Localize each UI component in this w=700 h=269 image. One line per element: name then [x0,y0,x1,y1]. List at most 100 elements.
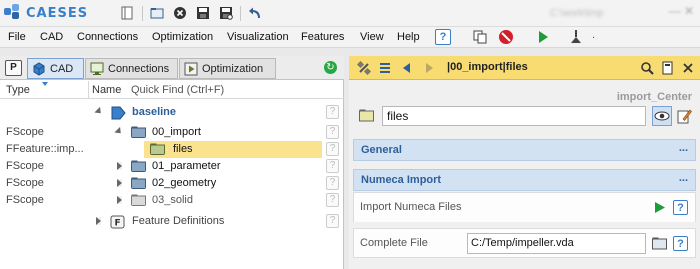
expand-arrow-icon[interactable] [94,106,104,117]
scope-folder-icon [131,160,146,172]
menu-file[interactable]: File [8,31,26,43]
menu-view[interactable]: View [360,31,384,43]
pin-button[interactable]: P [5,60,22,76]
run-icon[interactable] [535,29,551,45]
tab-label: CAD [50,62,74,75]
help-button[interactable]: ? [673,236,688,251]
help-button[interactable]: ? [673,200,688,215]
complete-file-input[interactable]: C:/Temp/impeller.vda [467,233,646,254]
help-button[interactable]: ? [435,29,451,45]
menu-connections[interactable]: Connections [77,31,138,43]
close-project-icon[interactable] [173,6,187,20]
edit-pencil-icon[interactable] [677,108,692,124]
help-icon[interactable]: ? [326,142,339,156]
tree-label: Feature Definitions [132,215,225,227]
menu-overflow[interactable]: . [592,29,595,41]
help-icon[interactable]: ? [326,193,339,207]
collapsed-arrow-icon[interactable] [117,162,122,170]
document-icon[interactable] [120,6,134,20]
tab-optimization[interactable]: Optimization [179,58,276,79]
feature-type-label: import_Center [616,91,692,103]
menu-cad[interactable]: CAD [40,31,63,43]
back-arrow-icon[interactable] [400,61,414,75]
collapsed-arrow-icon[interactable] [96,217,101,225]
close-panel-icon[interactable] [681,61,695,75]
object-editor-panel: |00_import|files import_Center files Gen… [349,56,700,269]
tree-type: FScope [6,126,44,138]
object-name-field[interactable]: files [382,106,646,126]
tree-label: 01_parameter [152,160,221,172]
quick-find-input[interactable]: Quick Find (Ctrl+F) [131,84,224,96]
tree-row-03-solid[interactable]: FScope 03_solid ? [0,192,344,209]
section-title: Numeca Import [361,174,442,186]
tab-connections[interactable]: Connections [85,58,178,79]
scope-folder-icon [111,106,126,120]
undo-icon[interactable] [248,6,262,20]
tree-row-01-parameter[interactable]: FScope 01_parameter ? [0,158,344,175]
feature-definition-icon: F [110,215,125,229]
tree-type: FScope [6,177,44,189]
menu-help[interactable]: Help [397,31,420,43]
panel-tabs: P CAD Connections Optimization ↻ [0,56,344,80]
menu-lines-icon[interactable] [378,61,392,75]
help-icon[interactable]: ? [326,214,339,228]
monitor-icon [90,62,104,75]
window-controls[interactable]: — ✕ [669,4,694,18]
section-more-button[interactable]: ... [679,142,688,154]
search-icon[interactable] [640,61,654,75]
import-numeca-row: Import Numeca Files ? [353,192,696,222]
collapsed-arrow-icon[interactable] [117,179,122,187]
tab-cad[interactable]: CAD [27,58,84,79]
tree-row-00-import[interactable]: FScope 00_import ? [0,124,344,141]
tab-label: Connections [108,62,170,75]
menu-optimization[interactable]: Optimization [152,31,213,43]
stop-icon[interactable] [498,29,514,45]
expand-arrow-icon[interactable] [114,126,124,137]
menu-bar: File CAD Connections Optimization Visual… [0,27,700,48]
copy-icon[interactable] [472,29,488,45]
help-icon[interactable]: ? [326,125,339,139]
browse-folder-icon[interactable] [652,236,667,251]
help-icon[interactable]: ? [326,105,339,119]
play-icon [184,62,198,75]
save-icon[interactable] [196,6,210,20]
help-icon[interactable]: ? [326,159,339,173]
tree-label: 03_solid [152,194,193,206]
open-folder-icon[interactable] [150,6,164,20]
tree-label: files [173,143,193,155]
scope-folder-icon [131,177,146,189]
copy-panel-icon[interactable] [660,61,674,75]
forward-arrow-icon[interactable] [422,61,436,75]
tree-type: FScope [6,194,44,206]
save-as-icon[interactable] [219,6,233,20]
help-icon[interactable]: ? [326,176,339,190]
logo-text: CAESES [26,5,89,21]
collapsed-arrow-icon[interactable] [117,196,122,204]
tree-row-files[interactable]: FFeature::imp... files ? [0,141,344,158]
tab-label: Optimization [202,62,264,75]
run-import-icon[interactable] [652,200,667,215]
section-general[interactable]: General ... [353,139,696,161]
project-path: C:\work\tmp [550,8,604,19]
visibility-eye-icon[interactable] [652,106,672,126]
column-name[interactable]: Name [92,84,121,96]
scope-folder-icon [131,194,146,206]
tree-label: baseline [132,106,177,118]
menu-features[interactable]: Features [301,31,344,43]
tree-header: Type Name Quick Find (Ctrl+F) [0,81,344,99]
satellite-icon[interactable] [357,61,371,75]
tree-row-feature-definitions[interactable]: F Feature Definitions ? [0,213,344,230]
sort-indicator-icon [42,82,48,86]
scope-folder-icon [131,126,146,138]
section-more-button[interactable]: ... [679,172,688,184]
tree-row-baseline[interactable]: baseline ? [0,104,344,121]
tree-row-02-geometry[interactable]: FScope 02_geometry ? [0,175,344,192]
section-numeca-import[interactable]: Numeca Import ... [353,169,696,191]
lamp-icon[interactable] [568,29,584,45]
column-type[interactable]: Type [6,84,30,96]
import-label: Import Numeca Files [360,201,462,213]
feature-folder-icon [150,143,165,155]
object-tree-panel: P CAD Connections Optimization ↻ Type Na… [0,56,344,269]
menu-visualization[interactable]: Visualization [227,31,289,43]
refresh-icon[interactable]: ↻ [324,61,337,74]
